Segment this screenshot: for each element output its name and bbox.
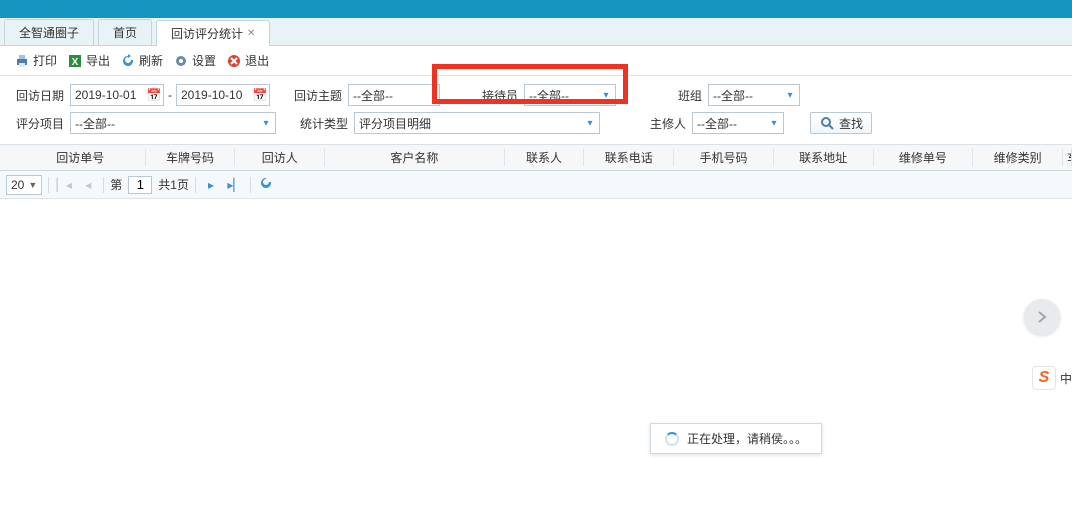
separator — [48, 177, 49, 193]
table-body: S 中 正在处理，请稍侯。。。 — [0, 199, 1072, 519]
loading-text: 正在处理，请稍侯。。。 — [687, 430, 807, 447]
excel-icon: X — [67, 53, 83, 69]
exit-icon — [226, 53, 242, 69]
col-ticket-no[interactable]: 回访单号 — [16, 149, 146, 166]
calendar-icon[interactable]: 📅 — [145, 88, 163, 102]
search-icon — [819, 115, 835, 131]
chevron-down-icon: ▾ — [765, 118, 783, 129]
refresh-icon — [120, 53, 136, 69]
page-input[interactable] — [128, 176, 152, 194]
annotation-highlight — [432, 64, 628, 104]
separator — [250, 177, 251, 193]
first-page-button[interactable]: ▏◂ — [55, 178, 73, 192]
tab-home[interactable]: 首页 — [98, 19, 152, 45]
team-value: --全部-- — [713, 87, 781, 104]
score-item-value: --全部-- — [75, 115, 257, 132]
separator — [195, 177, 196, 193]
tab-label: 首页 — [113, 24, 137, 41]
tool-label: 退出 — [245, 52, 269, 69]
search-button[interactable]: 查找 — [810, 112, 872, 134]
tool-label: 打印 — [33, 52, 57, 69]
score-item-label: 评分项目 — [12, 115, 64, 132]
date-to-input[interactable]: 2019-10-10 📅 — [176, 84, 270, 106]
page-size-value: 20 — [11, 178, 24, 192]
page-size-select[interactable]: 20 ▼ — [6, 175, 42, 195]
owner-label: 主修人 — [646, 115, 686, 132]
tab-label: 全智通圈子 — [19, 24, 79, 41]
next-page-button[interactable]: ▸ — [202, 178, 220, 192]
tool-label: 刷新 — [139, 52, 163, 69]
prev-page-button[interactable]: ◂ — [79, 178, 97, 192]
printer-icon — [14, 53, 30, 69]
date-label: 回访日期 — [12, 87, 64, 104]
col-mobile[interactable]: 手机号码 — [674, 149, 774, 166]
spinner-icon — [665, 432, 679, 446]
page-total: 共1页 — [158, 176, 189, 193]
date-from-value: 2019-10-01 — [75, 88, 136, 102]
search-label: 查找 — [839, 115, 863, 132]
owner-select[interactable]: --全部-- ▾ — [692, 112, 784, 134]
col-repair-type[interactable]: 维修类别 — [973, 149, 1063, 166]
subject-label: 回访主题 — [290, 87, 342, 104]
reload-button[interactable] — [257, 176, 275, 193]
chevron-down-icon: ▾ — [257, 118, 275, 129]
owner-value: --全部-- — [697, 115, 765, 132]
col-phone[interactable]: 联系电话 — [584, 149, 674, 166]
subject-select[interactable]: --全部-- — [348, 84, 440, 106]
print-button[interactable]: 打印 — [14, 52, 57, 69]
col-customer[interactable]: 客户名称 — [325, 149, 504, 166]
col-contact[interactable]: 联系人 — [505, 149, 585, 166]
gear-icon — [173, 53, 189, 69]
tool-label: 设置 — [192, 52, 216, 69]
chevron-down-icon: ▾ — [581, 118, 599, 129]
loading-toast: 正在处理，请稍侯。。。 — [650, 423, 822, 454]
stat-type-label: 统计类型 — [296, 115, 348, 132]
last-page-button[interactable]: ▸▏ — [226, 178, 244, 192]
separator — [103, 177, 104, 193]
ime-lang: 中 — [1060, 370, 1072, 387]
svg-text:X: X — [72, 57, 79, 68]
tab-strip: 全智通圈子 首页 回访评分统计 ✕ — [0, 18, 1072, 46]
pager: 20 ▼ ▏◂ ◂ 第 共1页 ▸ ▸▏ — [0, 171, 1072, 199]
page-prefix: 第 — [110, 176, 122, 193]
ime-indicator[interactable]: S 中 — [1032, 366, 1072, 390]
filter-panel: 回访日期 2019-10-01 📅 - 2019-10-10 📅 回访主题 --… — [0, 76, 1072, 145]
col-plate[interactable]: 车牌号码 — [146, 149, 236, 166]
date-from-input[interactable]: 2019-10-01 📅 — [70, 84, 164, 106]
date-to-value: 2019-10-10 — [181, 88, 242, 102]
col-address[interactable]: 联系地址 — [774, 149, 874, 166]
tab-label: 回访评分统计 — [171, 25, 243, 42]
stat-type-select[interactable]: 评分项目明细 ▾ — [354, 112, 600, 134]
calendar-icon[interactable]: 📅 — [251, 88, 269, 102]
refresh-button[interactable]: 刷新 — [120, 52, 163, 69]
sogou-icon: S — [1032, 366, 1056, 390]
stat-type-value: 评分项目明细 — [359, 115, 581, 132]
tab-score-stats[interactable]: 回访评分统计 ✕ — [156, 20, 270, 46]
close-icon[interactable]: ✕ — [247, 28, 255, 39]
scroll-right-fab[interactable] — [1024, 299, 1060, 335]
exit-button[interactable]: 退出 — [226, 52, 269, 69]
chevron-down-icon: ▾ — [781, 90, 799, 101]
col-repair-no[interactable]: 维修单号 — [874, 149, 974, 166]
score-item-select[interactable]: --全部-- ▾ — [70, 112, 276, 134]
col-visitor[interactable]: 回访人 — [235, 149, 325, 166]
export-button[interactable]: X 导出 — [67, 52, 110, 69]
team-label: 班组 — [672, 87, 702, 104]
date-separator: - — [168, 88, 172, 102]
col-plate2[interactable]: 车牌 — [1063, 149, 1072, 166]
table-header: 回访单号 车牌号码 回访人 客户名称 联系人 联系电话 手机号码 联系地址 维修… — [0, 145, 1072, 171]
subject-value: --全部-- — [353, 87, 439, 104]
settings-button[interactable]: 设置 — [173, 52, 216, 69]
team-select[interactable]: --全部-- ▾ — [708, 84, 800, 106]
tab-community[interactable]: 全智通圈子 — [4, 19, 94, 45]
window-titlebar — [0, 0, 1072, 18]
chevron-down-icon: ▼ — [28, 180, 37, 190]
tool-label: 导出 — [86, 52, 110, 69]
